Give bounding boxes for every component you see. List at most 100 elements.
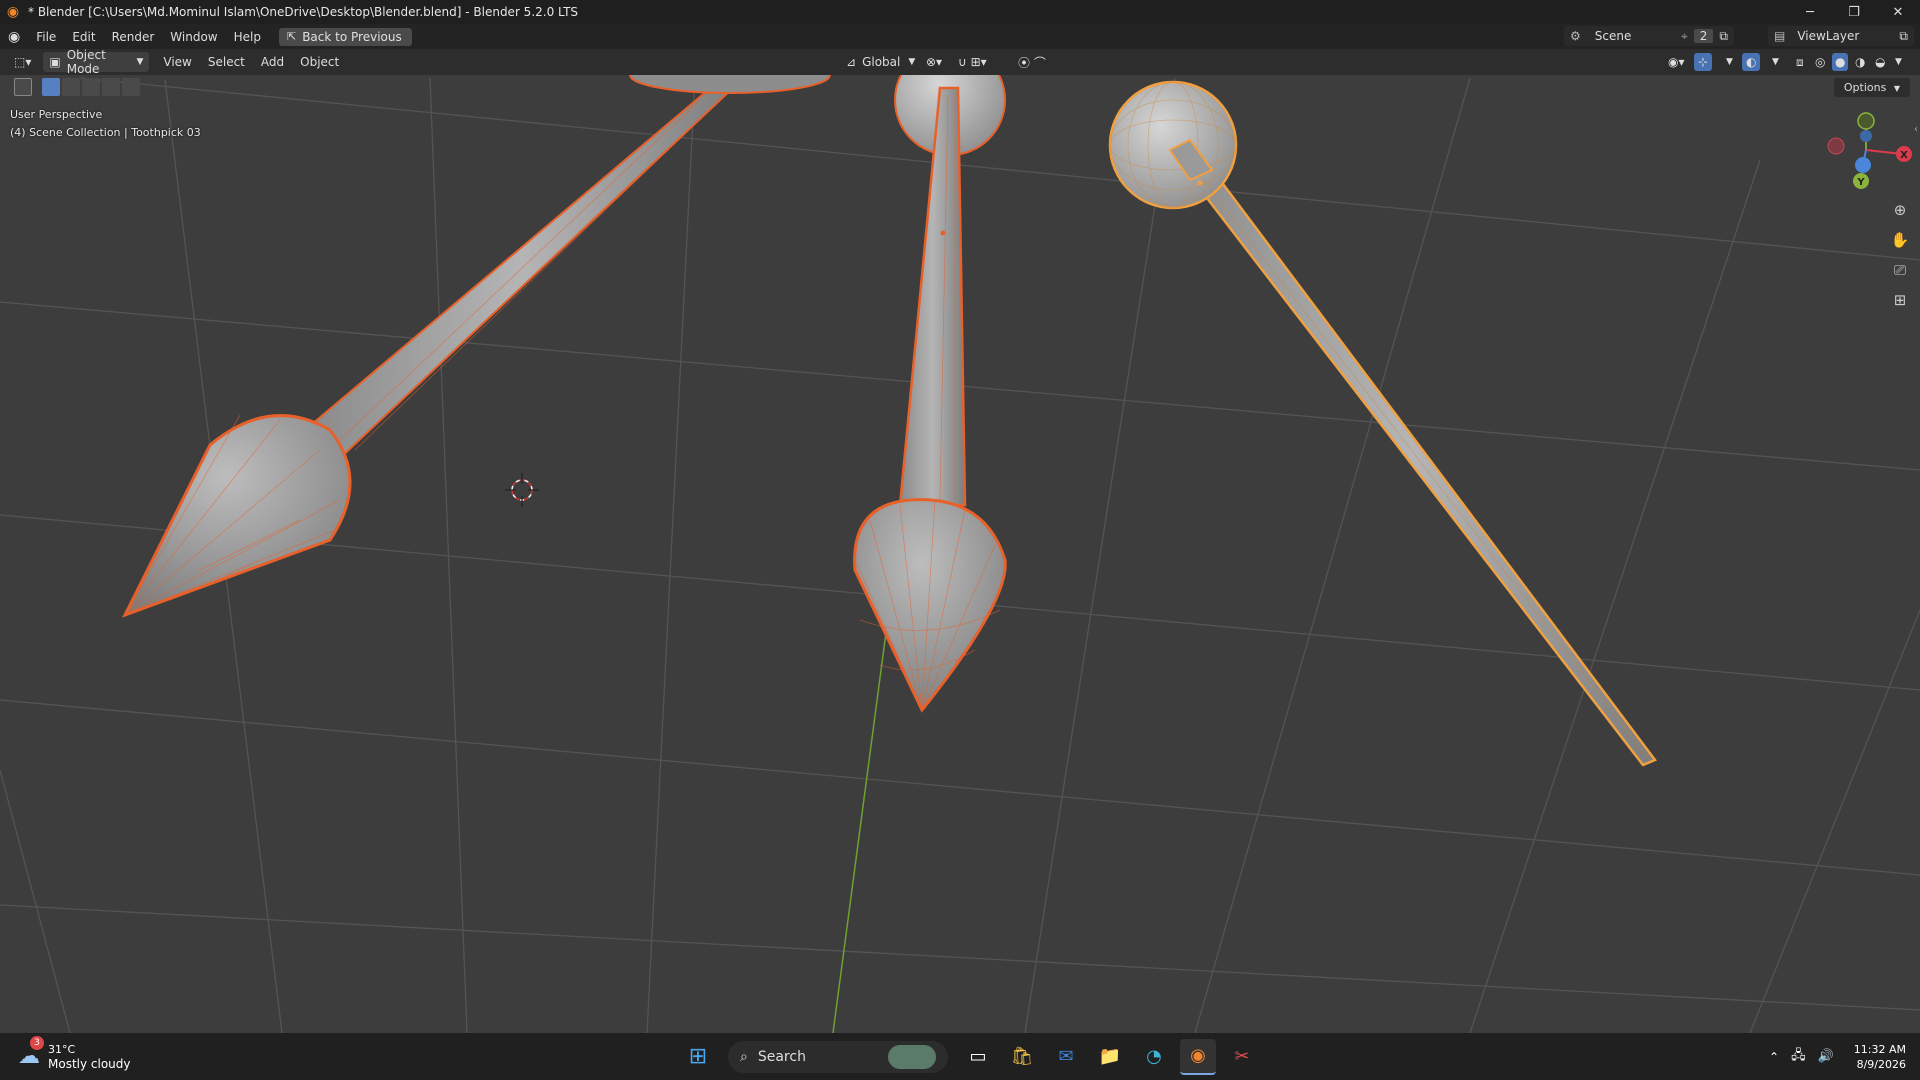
menu-object[interactable]: Object <box>292 51 347 73</box>
windows-start-icon[interactable]: ⊞ <box>680 1039 716 1075</box>
perspective-toggle-icon[interactable]: ⊞ <box>1888 288 1912 312</box>
selection-tool-row <box>14 78 140 96</box>
gizmo-x-label: X <box>1900 150 1908 161</box>
weather-condition: Mostly cloudy <box>48 1056 131 1071</box>
blender-menu-icon[interactable]: ◉ <box>0 24 28 49</box>
weather-badge: 3 <box>30 1035 44 1050</box>
menu-file[interactable]: File <box>28 24 64 49</box>
overlays-toggle-icon[interactable]: ◐ <box>1742 53 1761 71</box>
back-to-previous-button[interactable]: ⇱ Back to Previous <box>278 27 412 46</box>
pivot-point-icon[interactable]: ⊗▾ <box>918 51 950 73</box>
back-icon: ⇱ <box>286 30 297 43</box>
outlook-icon[interactable]: ✉ <box>1048 1039 1084 1075</box>
new-scene-icon[interactable]: ⧉ <box>1713 29 1734 44</box>
zoom-icon[interactable]: ⊕ <box>1888 198 1912 222</box>
edge-browser-icon[interactable]: ◔ <box>1136 1039 1172 1075</box>
viewport-header: ⬚▾ ▣ Object Mode ▼ View Select Add Objec… <box>0 48 1920 76</box>
3d-viewport[interactable]: X Y User Perspective (4) Scene Collectio… <box>0 75 1920 1033</box>
window-titlebar: ◉ * Blender [C:\Users\Md.Mominul Islam\O… <box>0 0 1920 24</box>
shading-dropdown-icon[interactable]: ▼ <box>1892 51 1905 73</box>
snap-icon[interactable]: ∪ ⊞▾ <box>950 51 995 73</box>
scene-selector[interactable]: ⚙ Scene ⌖ 2 ⧉ <box>1564 26 1734 46</box>
gizmo-toggle-icon[interactable]: ⊹ <box>1694 53 1713 71</box>
search-icon: ⌕ <box>740 1048 748 1065</box>
navigation-gizmo[interactable]: X Y <box>1827 112 1912 189</box>
wireframe-shading-icon[interactable]: ◎ <box>1812 51 1828 73</box>
object-mode-icon: ▣ <box>49 55 61 69</box>
select-subtract-icon[interactable] <box>82 78 100 96</box>
rendered-shading-icon[interactable]: ◒ <box>1872 51 1888 73</box>
clock-time[interactable]: 11:32 AM <box>1854 1042 1906 1057</box>
volume-icon[interactable]: 🔊 <box>1818 1049 1834 1064</box>
menu-render[interactable]: Render <box>104 24 163 49</box>
editor-type-icon[interactable]: ⬚▾ <box>6 51 39 73</box>
select-extend-icon[interactable] <box>62 78 80 96</box>
menu-add[interactable]: Add <box>253 51 292 73</box>
material-shading-icon[interactable]: ◑ <box>1852 51 1868 73</box>
options-label: Options <box>1843 81 1887 94</box>
3d-cursor-icon[interactable] <box>505 473 539 507</box>
new-view-layer-icon[interactable]: ⧉ <box>1893 29 1914 44</box>
select-new-icon[interactable] <box>42 78 60 96</box>
viewport-canvas[interactable]: X Y <box>0 75 1920 1033</box>
select-box-tool-icon[interactable] <box>14 78 32 96</box>
solid-shading-icon[interactable]: ● <box>1832 53 1849 71</box>
perspective-label: User Perspective <box>10 108 103 121</box>
proportional-editing-icon[interactable]: ⦿ ⌒ <box>1010 51 1054 73</box>
chevron-down-icon: ▼ <box>908 57 916 67</box>
gizmo-dropdown-icon[interactable]: ▼ <box>1718 51 1741 73</box>
sidebar-toggle-icon[interactable]: ‹ <box>1914 124 1918 135</box>
select-intersect-icon[interactable] <box>122 78 140 96</box>
weather-widget[interactable]: ☁ 3 31°C Mostly cloudy <box>18 1035 148 1072</box>
snipping-tool-icon[interactable]: ✂ <box>1224 1039 1260 1075</box>
windows-taskbar: ☁ 3 31°C Mostly cloudy ⊞ ⌕ Search ▭ 🛍 ✉ … <box>0 1033 1920 1080</box>
toothpick-02[interactable] <box>853 75 1007 713</box>
orientation-icon: ⊿ <box>846 55 857 69</box>
temperature: 31°C <box>48 1042 76 1056</box>
restore-button[interactable]: ❐ <box>1832 0 1876 24</box>
options-dropdown[interactable]: Options ▼ <box>1833 78 1910 97</box>
clock-date[interactable]: 8/9/2026 <box>1857 1057 1906 1072</box>
blender-taskbar-icon[interactable]: ◉ <box>1180 1038 1216 1075</box>
visibility-icon[interactable]: ◉▾ <box>1660 51 1693 73</box>
view-layer-selector[interactable]: ▤ ViewLayer ⧉ <box>1768 26 1914 46</box>
menu-help[interactable]: Help <box>226 24 269 49</box>
orientation-label: Global <box>862 55 901 69</box>
close-button[interactable]: ✕ <box>1876 0 1920 24</box>
top-menu-bar: ◉ File Edit Render Window Help ⇱ Back to… <box>0 24 1920 49</box>
scene-icon: ⚙ <box>1570 29 1581 43</box>
toothpick-01[interactable] <box>121 75 831 618</box>
task-view-icon[interactable]: ▭ <box>960 1039 996 1075</box>
transform-orientation-selector[interactable]: ⊿ Global ▼ <box>838 51 923 73</box>
select-invert-icon[interactable] <box>102 78 120 96</box>
search-placeholder: Search <box>757 1048 806 1065</box>
minimize-button[interactable]: ─ <box>1788 0 1832 24</box>
y-axis-line <box>832 624 888 1033</box>
pan-hand-icon[interactable]: ✋ <box>1888 228 1912 252</box>
window-controls: ─ ❐ ✕ <box>1788 0 1920 24</box>
xray-toggle-icon[interactable]: ⧈ <box>1788 51 1812 73</box>
blender-logo-icon: ◉ <box>6 4 20 20</box>
search-highlight-icon <box>888 1044 936 1069</box>
view-layer-icon: ▤ <box>1774 29 1786 43</box>
pin-icon[interactable]: ⌖ <box>1675 29 1694 44</box>
camera-view-icon[interactable]: ⎚ <box>1888 258 1912 282</box>
taskbar-search[interactable]: ⌕ Search <box>728 1040 948 1073</box>
view-layer-name: ViewLayer <box>1797 29 1860 43</box>
network-icon[interactable]: 🖧 <box>1791 1046 1806 1068</box>
overlays-dropdown-icon[interactable]: ▼ <box>1764 51 1787 73</box>
microsoft-store-icon[interactable]: 🛍 <box>1004 1039 1040 1075</box>
toothpick-03[interactable] <box>1108 80 1657 767</box>
menu-view[interactable]: View <box>155 51 199 73</box>
file-explorer-icon[interactable]: 📁 <box>1092 1039 1128 1075</box>
mode-selector[interactable]: ▣ Object Mode ▼ <box>43 48 150 76</box>
window-title: * Blender [C:\Users\Md.Mominul Islam\One… <box>28 5 579 19</box>
chevron-down-icon: ▼ <box>136 57 144 67</box>
show-hidden-icons-icon[interactable]: ⌃ <box>1769 1050 1779 1064</box>
menu-edit[interactable]: Edit <box>64 24 103 49</box>
menu-window[interactable]: Window <box>162 24 225 49</box>
menu-select[interactable]: Select <box>200 51 253 73</box>
chevron-down-icon: ▼ <box>1893 84 1900 93</box>
back-to-previous-label: Back to Previous <box>302 29 402 44</box>
gizmo-y-label: Y <box>1856 177 1865 188</box>
